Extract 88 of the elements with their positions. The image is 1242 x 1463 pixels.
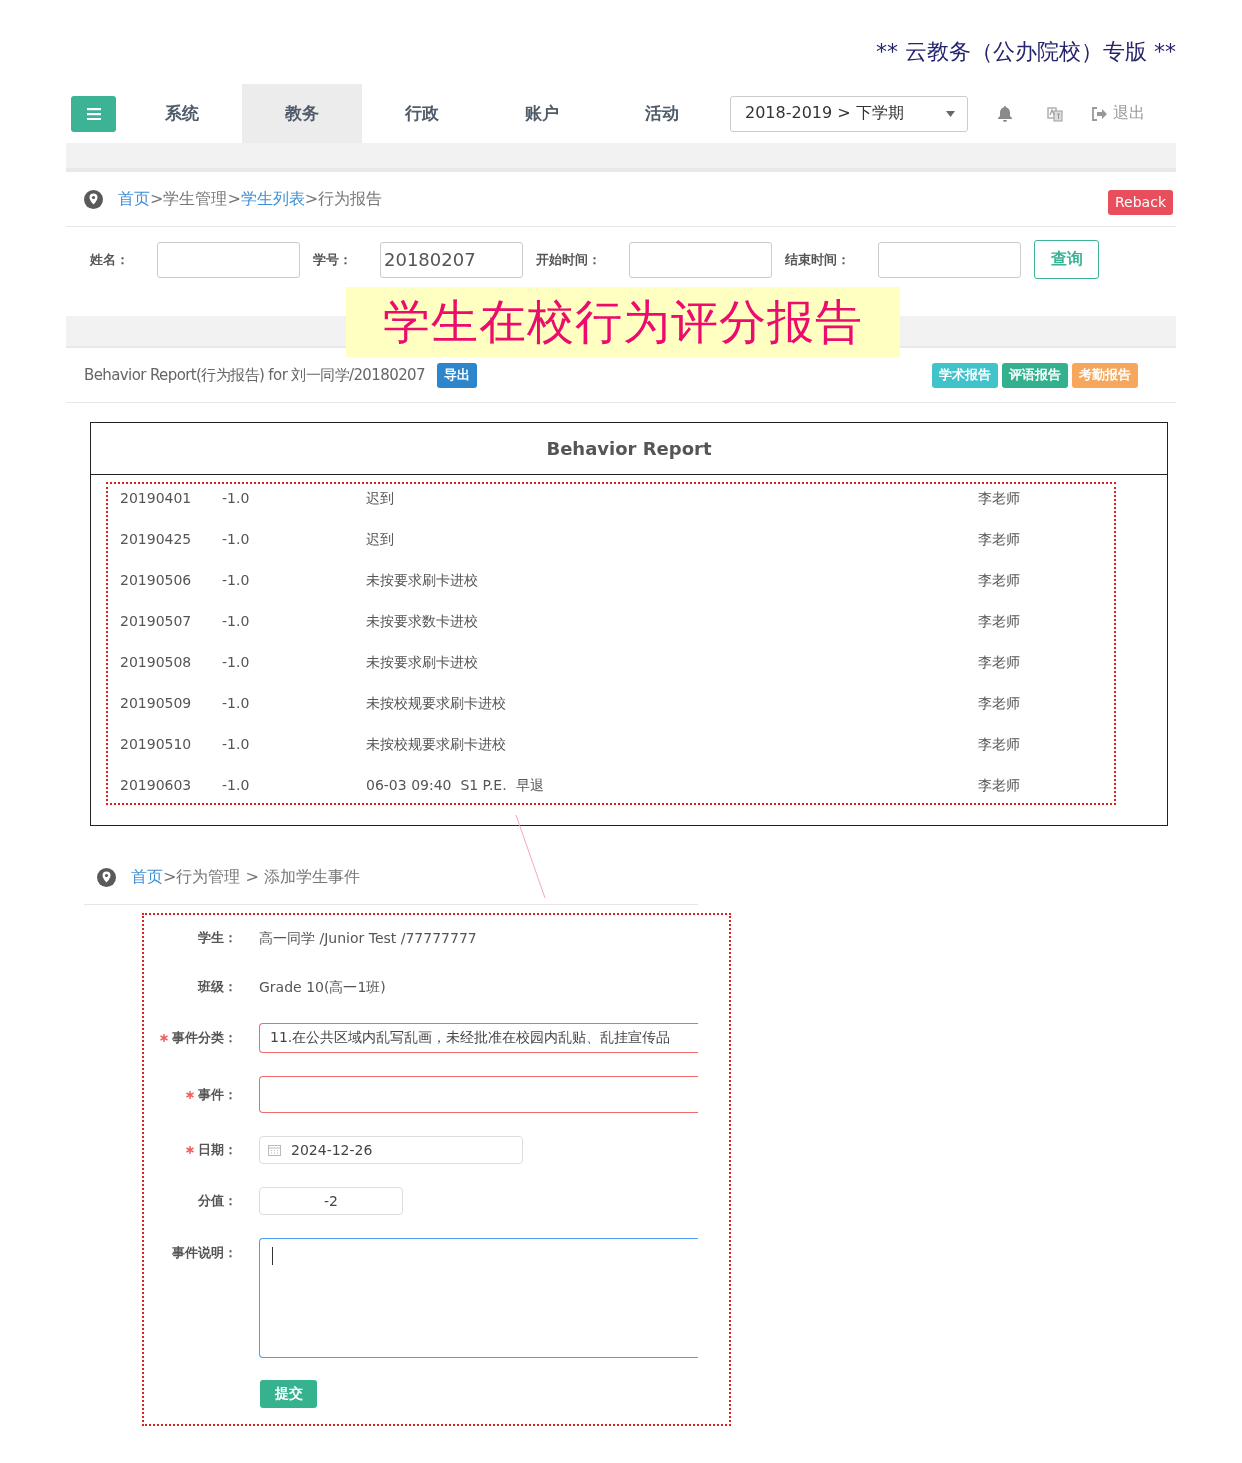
field-label: 事件分类：: [172, 1029, 237, 1047]
query-button[interactable]: 查询: [1034, 240, 1099, 279]
field-value: Grade 10(高一1班): [259, 978, 386, 997]
field-label: 事件说明：: [172, 1244, 237, 1262]
breadcrumb-link[interactable]: 首页: [131, 867, 163, 888]
field-label: 姓名：: [90, 250, 130, 269]
edition-title: ** 云教务（公办院校）专版 **: [876, 38, 1176, 66]
table-cell-text: -1.0: [222, 612, 251, 631]
export-button[interactable]: 导出: [436, 362, 477, 388]
breadcrumb-text: >行为报告: [304, 188, 383, 210]
breadcrumb-text: >学生管理>: [150, 188, 241, 210]
breadcrumb-link[interactable]: 学生列表: [240, 188, 305, 210]
nav-tab[interactable]: 教务: [242, 84, 362, 143]
logout-button[interactable]: 退出: [1091, 103, 1145, 124]
table-cell-text: 20190506: [120, 571, 193, 590]
field-label: 日期：: [198, 1141, 237, 1159]
table-cell-text: 未按要求刷卡进校: [366, 571, 479, 590]
table-cell-text: -1.0: [222, 694, 251, 713]
table-cell-text: 迟到: [366, 489, 395, 508]
field-label: 学生：: [198, 929, 237, 947]
submit-button[interactable]: 提交: [260, 1380, 317, 1408]
menu-button[interactable]: [71, 95, 116, 132]
table-cell-text: -1.0: [222, 776, 251, 795]
table-cell-text: 20190401: [120, 489, 193, 508]
table-cell-text: 20190510: [120, 735, 193, 754]
nav-tab[interactable]: 活动: [602, 84, 722, 143]
field-label: 结束时间：: [785, 250, 851, 269]
table-cell-text: 20190507: [120, 612, 193, 631]
report-heading: Behavior Report: [91, 423, 1167, 475]
table-cell-text: -1.0: [222, 530, 251, 549]
field-label: 分值：: [198, 1192, 237, 1210]
field-label: 开始时间：: [536, 250, 602, 269]
nav-tab[interactable]: 账户: [482, 84, 602, 143]
nav-tab[interactable]: 行政: [362, 84, 482, 143]
search-field[interactable]: [878, 241, 1021, 278]
score-field[interactable]: -2: [259, 1187, 403, 1215]
overlay-title: 学生在校行为评分报告: [383, 292, 863, 351]
table-cell-text: 李老师: [978, 530, 1021, 549]
table-cell-text: 李老师: [978, 694, 1021, 713]
location-pin-icon: [97, 867, 116, 888]
text-cursor: [272, 1247, 273, 1265]
table-cell-text: 06-03 09:40 S1 P.E. 早退: [366, 776, 545, 795]
nav-tab[interactable]: 系统: [122, 84, 242, 143]
table-cell-text: 20190425: [120, 530, 193, 549]
table-cell-text: 未按要求刷卡进校: [366, 653, 479, 672]
search-field[interactable]: [629, 241, 772, 278]
report-title: Behavior Report(行为报告) for 刘一同学/20180207: [84, 365, 425, 385]
search-field[interactable]: 20180207: [380, 241, 523, 278]
caret-icon: [946, 110, 955, 117]
date-field[interactable]: 2024-12-26: [259, 1136, 523, 1164]
table-cell-text: 20190508: [120, 653, 193, 672]
field-label: 班级：: [198, 978, 237, 996]
calendar-icon: [268, 1144, 281, 1156]
report-button[interactable]: 评语报告: [1002, 362, 1068, 388]
location-pin-icon: [84, 188, 103, 210]
term-select[interactable]: 2018-2019 > 下学期: [730, 95, 968, 132]
breadcrumb-link[interactable]: 首页: [118, 188, 150, 210]
table-cell-text: 未按要求数卡进校: [366, 612, 479, 631]
report-button[interactable]: 学术报告: [932, 362, 998, 388]
field-label: 事件：: [198, 1085, 237, 1104]
report-button[interactable]: 考勤报告: [1072, 362, 1138, 388]
field-value: 高一同学 /Junior Test /77777777: [259, 929, 477, 948]
reback-button[interactable]: Reback: [1108, 189, 1173, 215]
description-field[interactable]: [259, 1238, 698, 1358]
table-cell-text: -1.0: [222, 735, 251, 754]
table-cell-text: 李老师: [978, 612, 1021, 631]
table-cell-text: 未按校规要求刷卡进校: [366, 694, 507, 713]
search-field[interactable]: [157, 241, 300, 278]
table-cell-text: 迟到: [366, 530, 395, 549]
table-cell-text: -1.0: [222, 653, 251, 672]
translate-icon[interactable]: [1047, 105, 1063, 122]
table-cell-text: -1.0: [222, 571, 251, 590]
menu-icon: [86, 107, 101, 120]
table-cell-text: 20190509: [120, 694, 193, 713]
logout-icon: [1091, 106, 1107, 121]
table-cell-text: 未按校规要求刷卡进校: [366, 735, 507, 754]
field-label: 学号：: [313, 250, 353, 269]
table-cell-text: 李老师: [978, 571, 1021, 590]
table-cell-text: 李老师: [978, 489, 1021, 508]
table-cell-text: -1.0: [222, 489, 251, 508]
input-field[interactable]: 11.在公共区域内乱写乱画，未经批准在校园内乱贴、乱挂宣传品: [259, 1023, 698, 1053]
breadcrumb-text: >行为管理 > 添加学生事件: [163, 867, 360, 888]
bell-icon[interactable]: [997, 105, 1013, 122]
table-cell-text: 李老师: [978, 653, 1021, 672]
table-cell-text: 李老师: [978, 776, 1021, 795]
table-cell-text: 李老师: [978, 735, 1021, 754]
table-cell-text: 20190603: [120, 776, 193, 795]
input-field[interactable]: [259, 1076, 698, 1113]
